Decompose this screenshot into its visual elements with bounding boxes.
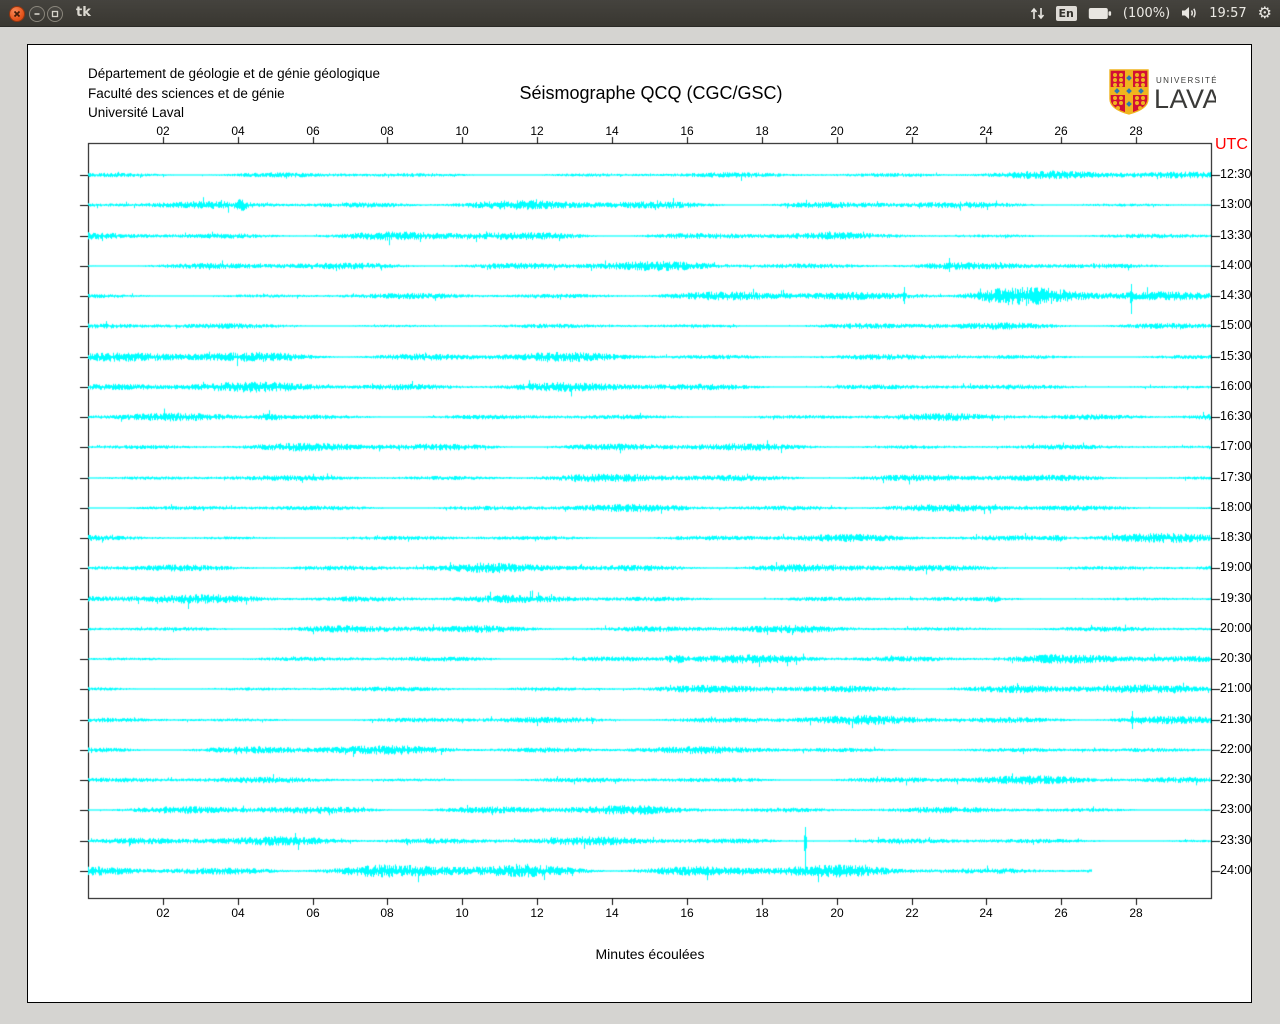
desktop-screen: tk En (100%) 19:57 ⚙ Département de géol… bbox=[0, 0, 1280, 1024]
helicorder-canvas bbox=[0, 0, 1280, 1024]
x-axis-title: Minutes écoulées bbox=[595, 946, 705, 962]
utc-axis-label: UTC bbox=[1215, 136, 1248, 153]
